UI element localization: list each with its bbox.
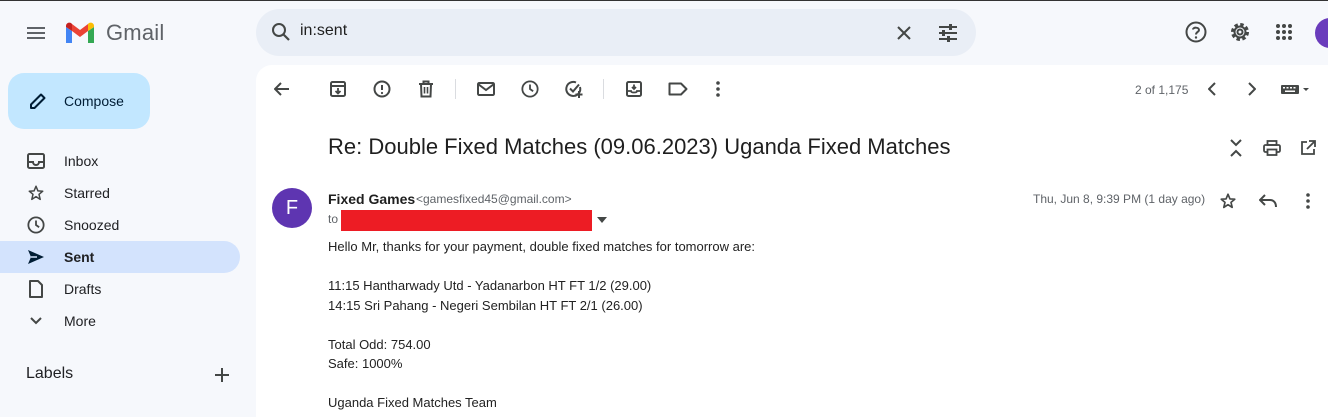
snooze-icon[interactable]	[518, 77, 542, 101]
star-icon	[26, 183, 46, 203]
sidebar-item-sent[interactable]: Sent	[0, 241, 240, 273]
message-panel: 2 of 1,175 Re: Double Fixed Matches (09.…	[256, 65, 1328, 417]
help-icon[interactable]	[1182, 18, 1210, 46]
close-icon[interactable]	[890, 19, 918, 47]
keyboard-icon[interactable]	[1278, 77, 1312, 101]
chevron-right-icon[interactable]	[1240, 77, 1264, 101]
mark-unread-icon[interactable]	[474, 77, 498, 101]
delete-icon[interactable]	[414, 77, 438, 101]
archive-icon[interactable]	[326, 77, 350, 101]
sender-avatar[interactable]: F	[272, 188, 312, 228]
collapse-all-icon[interactable]	[1224, 136, 1248, 160]
add-task-icon[interactable]	[562, 77, 586, 101]
message-date: Thu, Jun 8, 9:39 PM (1 day ago)	[1033, 192, 1206, 206]
tune-icon[interactable]	[934, 19, 962, 47]
app-name: Gmail	[106, 20, 165, 45]
search-bar[interactable]: in:sent	[256, 9, 976, 56]
reply-icon[interactable]	[1256, 189, 1280, 213]
sidebar-item-label: Sent	[64, 249, 95, 265]
gmail-m-icon	[66, 22, 94, 43]
settings-icon[interactable]	[1226, 18, 1254, 46]
toolbar-divider	[603, 79, 604, 99]
message-subject: Re: Double Fixed Matches (09.06.2023) Ug…	[328, 134, 951, 159]
clock-icon	[26, 215, 46, 235]
pencil-icon	[26, 89, 50, 113]
account-avatar[interactable]	[1315, 18, 1328, 48]
open-in-new-window-icon[interactable]	[1296, 136, 1320, 160]
body-signature: Uganda Fixed Matches Team	[328, 395, 497, 410]
body-safe: Safe: 1000%	[328, 356, 403, 371]
move-to-icon[interactable]	[622, 77, 646, 101]
sidebar-item-more[interactable]: More	[0, 305, 240, 337]
chevron-down-icon	[26, 311, 46, 331]
pagination-count: 2 of 1,175	[1135, 83, 1189, 97]
sidebar-item-inbox[interactable]: Inbox	[0, 145, 240, 177]
gmail-logo[interactable]: Gmail	[64, 20, 164, 46]
menu-icon[interactable]	[20, 17, 52, 49]
more-vert-icon[interactable]	[1296, 189, 1320, 213]
sidebar-item-starred[interactable]: Starred	[0, 177, 240, 209]
compose-button[interactable]: Compose	[8, 73, 150, 129]
back-arrow-icon[interactable]	[270, 77, 294, 101]
body-match-1: 11:15 Hantharwady Utd - Yadanarbon HT FT…	[328, 278, 652, 293]
more-vert-icon[interactable]	[706, 77, 730, 101]
sidebar-item-snoozed[interactable]: Snoozed	[0, 209, 240, 241]
sidebar-nav: Inbox Starred Snoozed Sent Drafts More	[0, 145, 256, 337]
sidebar-item-label: Starred	[64, 185, 110, 201]
sidebar-item-drafts[interactable]: Drafts	[0, 273, 240, 305]
send-icon	[26, 247, 46, 267]
chevron-left-icon[interactable]	[1200, 77, 1224, 101]
sender-name[interactable]: Fixed Games	[328, 191, 415, 207]
gmail-app: Gmail in:sent Compose Inbox Starred Snoo…	[0, 0, 1328, 417]
add-label-icon[interactable]	[210, 363, 234, 387]
search-icon[interactable]	[268, 19, 294, 45]
sidebar-item-label: Inbox	[64, 153, 99, 169]
search-input[interactable]: in:sent	[300, 22, 347, 40]
body-total-odd: Total Odd: 754.00	[328, 337, 431, 352]
body-greeting: Hello Mr, thanks for your payment, doubl…	[328, 239, 756, 254]
redacted-recipient	[341, 210, 592, 231]
sidebar-item-label: More	[64, 313, 96, 329]
label-icon[interactable]	[666, 77, 690, 101]
sidebar-item-label: Snoozed	[64, 217, 120, 233]
sidebar-item-label: Drafts	[64, 281, 102, 297]
toolbar-divider	[455, 79, 456, 99]
sender-email: <gamesfixed45@gmail.com>	[416, 192, 572, 206]
print-icon[interactable]	[1260, 136, 1284, 160]
report-spam-icon[interactable]	[370, 77, 394, 101]
body-match-2: 14:15 Sri Pahang - Negeri Sembilan HT FT…	[328, 298, 643, 313]
draft-icon	[26, 279, 46, 299]
window-top-border	[0, 0, 1328, 1]
compose-label: Compose	[64, 93, 124, 109]
star-icon[interactable]	[1216, 189, 1240, 213]
recipient-details-dropdown-icon[interactable]	[594, 212, 610, 228]
apps-icon[interactable]	[1270, 18, 1298, 46]
inbox-icon	[26, 151, 46, 171]
labels-heading: Labels	[26, 365, 74, 382]
recipient-label: to	[328, 212, 339, 226]
